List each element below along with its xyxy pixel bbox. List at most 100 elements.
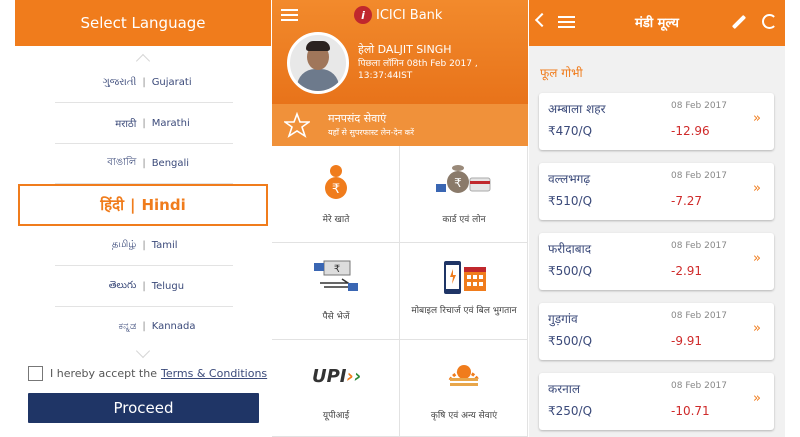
proceed-button[interactable]: Proceed	[28, 393, 259, 423]
market-name: अम्बाला शहर	[548, 102, 606, 116]
market-date: 08 Feb 2017	[671, 101, 728, 111]
bank-logo: i ICICI Bank	[354, 6, 442, 24]
market-price: ₹500/Q	[548, 334, 593, 348]
market-price: ₹500/Q	[548, 264, 593, 278]
terms-link[interactable]: Terms & Conditions	[161, 367, 267, 380]
favorites-title: मनपसंद सेवाएं	[328, 112, 387, 125]
tile-label: कृषि एवं अन्य सेवाएं	[430, 411, 498, 421]
page-title: मंडी मूल्य	[635, 16, 679, 31]
price-change: -2.91	[671, 264, 703, 278]
market-price: ₹510/Q	[548, 194, 593, 208]
agri-icon	[448, 365, 480, 386]
bank-logo-icon: i	[354, 6, 372, 24]
tile-agriculture[interactable]: कृषि एवं अन्य सेवाएं	[400, 340, 528, 437]
price-change: -7.27	[671, 194, 703, 208]
language-title: Select Language	[80, 14, 206, 32]
market-date: 08 Feb 2017	[671, 311, 728, 321]
language-option-marathi[interactable]: मराठी | Marathi	[55, 103, 233, 144]
language-native-label: हिंदी	[100, 196, 124, 214]
bank-dashboard-screen: i ICICI Bank हेलो DALJIT SINGH पिछला लॉग…	[272, 0, 528, 437]
last-login-text: पिछला लॉगिन 08th Feb 2017 , 13:37:44IST	[358, 59, 478, 81]
market-date: 08 Feb 2017	[671, 241, 728, 251]
crop-category: फूल गोभी	[540, 66, 583, 80]
language-option-gujarati[interactable]: ગુજરાતી | Gujarati	[55, 62, 233, 103]
price-change: -10.71	[671, 404, 710, 418]
refresh-icon[interactable]	[762, 14, 777, 29]
menu-icon[interactable]	[281, 9, 298, 21]
screenshot-collage: Select Language ગુજરાતી | Gujarati मराठी…	[0, 0, 800, 437]
mandi-header: मंडी मूल्य	[529, 0, 785, 46]
tile-label: मोबाइल रिचार्ज एवं बिल भुगतान	[411, 306, 517, 316]
chevron-right-icon[interactable]: »	[753, 321, 761, 336]
star-icon	[284, 112, 310, 138]
language-native-label: தமிழ்	[111, 239, 137, 250]
market-card[interactable]: गुड़गांव 08 Feb 2017 ₹500/Q -9.91 »	[539, 303, 774, 360]
tile-label: पैसे भेजें	[322, 312, 350, 322]
greeting-text: हेलो DALJIT SINGH	[358, 43, 452, 56]
market-name: गुड़गांव	[548, 312, 578, 326]
language-native-label: मराठी	[115, 119, 137, 130]
mobile-bill-icon	[444, 261, 486, 294]
send-money-icon: ₹	[314, 260, 358, 291]
language-english-label: Bengali	[151, 157, 190, 169]
language-header: Select Language	[15, 0, 271, 46]
chevron-right-icon[interactable]: »	[753, 251, 761, 266]
chevron-right-icon[interactable]: »	[753, 181, 761, 196]
favorites-banner[interactable]: मनपसंद सेवाएं यहाँ से सुपरफास्ट लेन-देन …	[272, 104, 528, 146]
language-english-label: Hindi	[141, 196, 186, 214]
chevron-right-icon[interactable]: »	[753, 391, 761, 406]
favorites-subtitle: यहाँ से सुपरफास्ट लेन-देन करें	[328, 128, 415, 137]
market-price: ₹250/Q	[548, 404, 593, 418]
bank-logo-text: ICICI Bank	[376, 7, 443, 23]
tile-upi[interactable]: UPI›› यूपीआई	[272, 340, 400, 437]
terms-text: I hereby accept the	[50, 367, 157, 380]
tile-card-loan[interactable]: ₹ कार्ड एवं लोन	[400, 146, 528, 243]
rupee-person-icon: ₹	[325, 165, 347, 199]
tile-mobile-bill[interactable]: मोबाइल रिचार्ज एवं बिल भुगतान	[400, 243, 528, 340]
market-card[interactable]: वल्लभगढ़ 08 Feb 2017 ₹510/Q -7.27 »	[539, 163, 774, 220]
language-option-bengali[interactable]: বাঙালি | Bengali	[55, 143, 233, 184]
svg-text:₹: ₹	[334, 264, 340, 275]
proceed-label: Proceed	[113, 399, 174, 417]
tile-label: मेरे खाते	[322, 215, 350, 225]
language-option-hindi-selected[interactable]: हिंदी | Hindi	[18, 184, 268, 226]
language-option-telugu[interactable]: తెలుగు | Telugu	[55, 266, 233, 307]
svg-text:₹: ₹	[454, 176, 462, 190]
language-option-tamil[interactable]: தமிழ் | Tamil	[55, 225, 233, 266]
services-grid: ₹ मेरे खाते ₹ कार्ड एवं लोन ₹ पैसे भेजें…	[272, 146, 528, 437]
language-native-label: ગુજરાતી	[102, 76, 137, 88]
language-option-kannada[interactable]: ಕನ್ನಡ | Kannada	[55, 306, 233, 347]
tile-label: यूपीआई	[322, 411, 350, 421]
language-english-label: Marathi	[151, 117, 190, 129]
market-card[interactable]: अम्बाला शहर 08 Feb 2017 ₹470/Q -12.96 »	[539, 93, 774, 150]
terms-row: I hereby accept the Terms & Conditions	[28, 366, 267, 381]
market-card[interactable]: करनाल 08 Feb 2017 ₹250/Q -10.71 »	[539, 373, 774, 430]
tile-send-money[interactable]: ₹ पैसे भेजें	[272, 243, 400, 340]
language-native-label: తెలుగు	[108, 280, 137, 291]
language-english-label: Gujarati	[151, 76, 192, 88]
market-name: करनाल	[548, 382, 581, 396]
price-change: -12.96	[671, 124, 710, 138]
mandi-price-screen: मंडी मूल्य फूल गोभी अम्बाला शहर 08 Feb 2…	[529, 0, 785, 437]
market-date: 08 Feb 2017	[671, 171, 728, 181]
market-card[interactable]: फरीदाबाद 08 Feb 2017 ₹500/Q -2.91 »	[539, 233, 774, 290]
language-selection-screen: Select Language ગુજરાતી | Gujarati मराठी…	[15, 0, 271, 437]
svg-text:₹: ₹	[332, 182, 340, 197]
tile-label: कार्ड एवं लोन	[442, 215, 486, 225]
language-native-label: ಕನ್ನಡ	[118, 321, 137, 332]
avatar[interactable]	[287, 32, 349, 94]
upi-logo-text: UPI	[312, 366, 347, 387]
language-english-label: Tamil	[151, 239, 178, 251]
market-name: फरीदाबाद	[548, 242, 592, 256]
market-date: 08 Feb 2017	[671, 381, 728, 391]
price-change: -9.91	[671, 334, 703, 348]
market-name: वल्लभगढ़	[548, 172, 591, 186]
language-english-label: Kannada	[151, 321, 196, 332]
language-native-label: বাঙালি	[107, 156, 137, 168]
terms-checkbox[interactable]	[28, 366, 43, 381]
upi-icon: UPI››	[312, 366, 362, 387]
card-loan-icon: ₹	[436, 165, 491, 193]
market-price: ₹470/Q	[548, 124, 593, 138]
chevron-right-icon[interactable]: »	[753, 111, 761, 126]
tile-my-accounts[interactable]: ₹ मेरे खाते	[272, 146, 400, 243]
